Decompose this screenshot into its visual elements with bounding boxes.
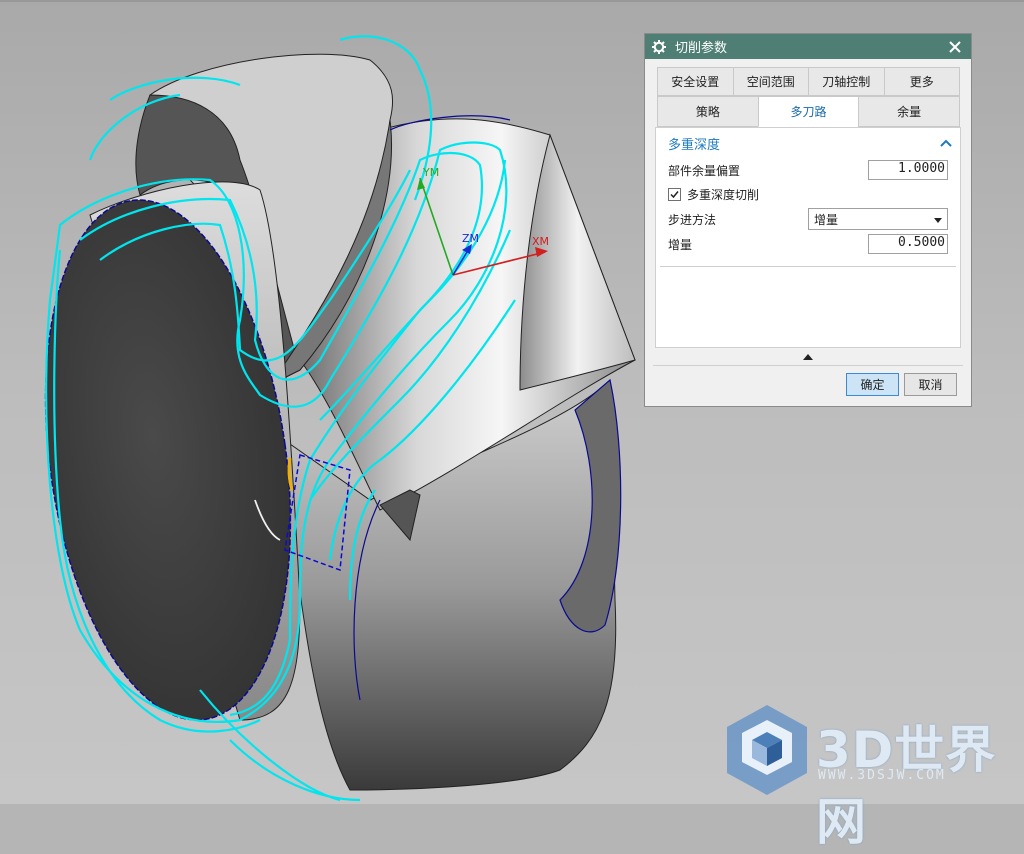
step-method-select[interactable]: 增量 (808, 208, 948, 230)
part-stock-offset-input[interactable]: 1.0000 (868, 160, 948, 180)
ok-button[interactable]: 确定 (846, 373, 899, 396)
dialog-buttons: 确定 取消 (846, 373, 957, 396)
step-method-label: 步进方法 (668, 212, 717, 227)
collapse-bar[interactable] (645, 348, 971, 366)
cut-params-dialog: 切削参数 安全设置 空间范围 刀轴控制 更多 策略 多刀路 余量 多重深度 部件… (644, 33, 972, 407)
dropdown-arrow-icon (934, 212, 942, 226)
section-title: 多重深度 (668, 137, 721, 153)
close-icon[interactable] (945, 37, 965, 57)
gear-icon (651, 39, 667, 55)
tab-more[interactable]: 更多 (883, 67, 960, 96)
multi-depth-checkbox[interactable] (668, 187, 681, 201)
section-multi-depth-header[interactable]: 多重深度 (656, 128, 960, 158)
increment-label: 增量 (668, 237, 693, 252)
dialog-title: 切削参数 (675, 41, 728, 56)
step-method-value: 增量 (814, 212, 839, 227)
footer-divider (653, 365, 963, 366)
zm-label: ZM (462, 232, 479, 245)
row-part-stock-offset: 部件余量偏置 1.0000 (656, 158, 960, 182)
tab-tool-axis-control[interactable]: 刀轴控制 (808, 67, 885, 96)
section-divider (660, 266, 956, 267)
dialog-titlebar[interactable]: 切削参数 (645, 34, 971, 59)
tab-safety-settings[interactable]: 安全设置 (657, 67, 734, 96)
part-stock-offset-label: 部件余量偏置 (668, 163, 741, 178)
tab-content-panel: 多重深度 部件余量偏置 1.0000 多重深度切削 步进方法 增量 增量 0.5… (655, 127, 961, 348)
watermark-url: WWW.3DSJW.COM (818, 768, 946, 783)
chevron-up-icon (940, 136, 952, 151)
increment-input[interactable]: 0.5000 (868, 234, 948, 254)
tab-bar: 安全设置 空间范围 刀轴控制 更多 策略 多刀路 余量 (657, 67, 961, 127)
tab-row-1: 安全设置 空间范围 刀轴控制 更多 (657, 67, 960, 96)
cancel-button[interactable]: 取消 (904, 373, 957, 396)
tab-strategy[interactable]: 策略 (657, 96, 759, 127)
row-increment: 增量 0.5000 (656, 232, 960, 256)
ym-label: YM (422, 166, 439, 179)
row-step-method: 步进方法 增量 (656, 206, 960, 232)
tab-stock[interactable]: 余量 (858, 96, 961, 127)
tab-multiple-passes[interactable]: 多刀路 (757, 96, 860, 127)
multi-depth-label: 多重深度切削 (687, 187, 760, 202)
row-multi-depth: 多重深度切削 (656, 182, 960, 206)
tab-spatial-range[interactable]: 空间范围 (732, 67, 809, 96)
tab-row-2: 策略 多刀路 余量 (657, 96, 961, 127)
xm-label: XM (532, 235, 549, 248)
collapse-up-icon (803, 354, 813, 360)
watermark-cube-icon (727, 705, 807, 795)
watermark: 3D世界网 WWW.3DSJW.COM (722, 700, 1022, 851)
